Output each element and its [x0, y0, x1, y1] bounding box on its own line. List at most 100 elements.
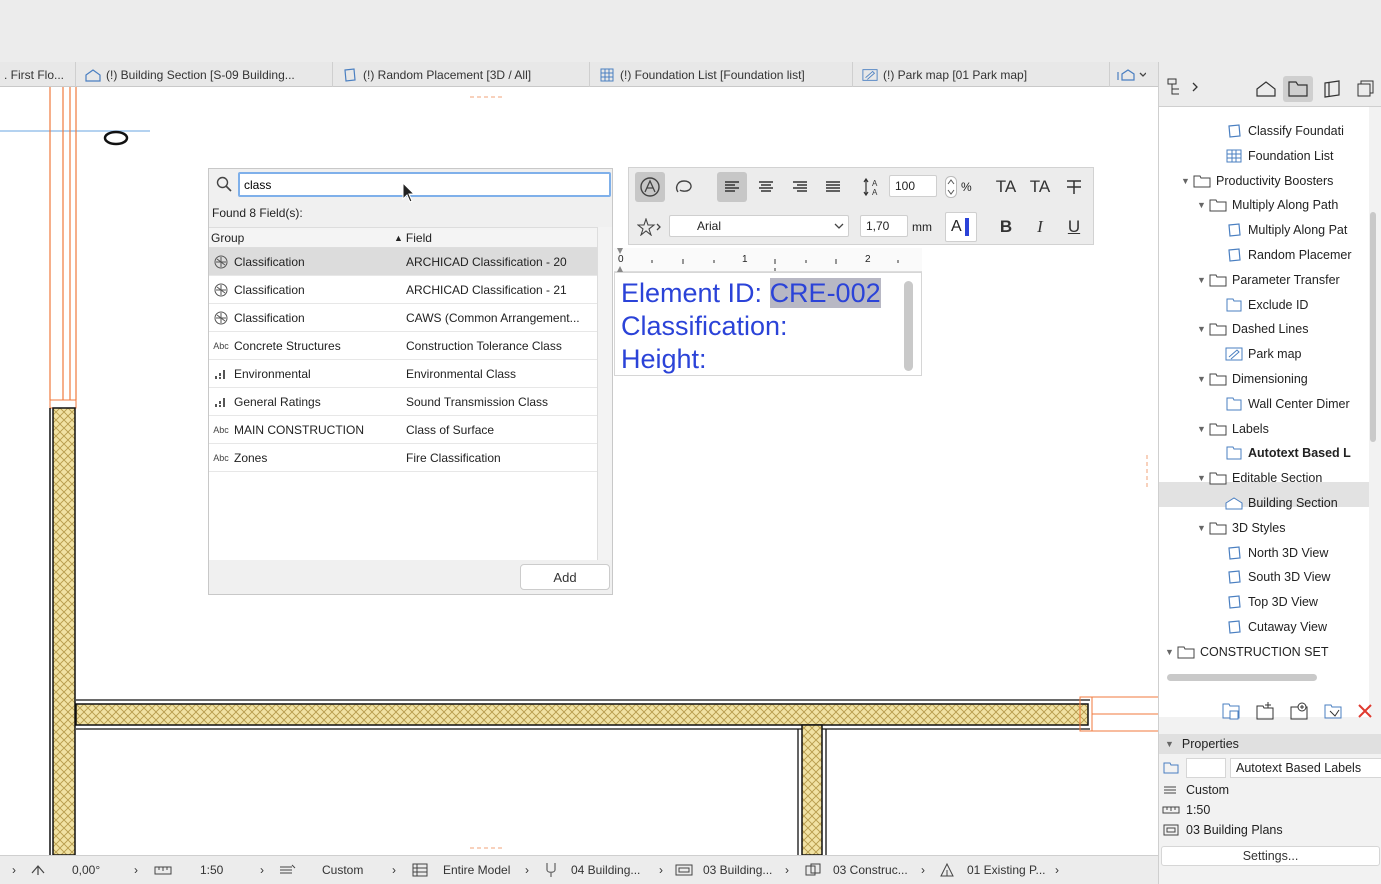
orientation-value[interactable]: 0,00°: [72, 856, 134, 884]
tree-item-dimensioning[interactable]: ▼ Dimensioning: [1197, 367, 1308, 391]
scale-chevron[interactable]: ›: [260, 856, 278, 884]
tree-item-north-3d-view[interactable]: North 3D View: [1213, 541, 1328, 565]
field-list-row[interactable]: Abc Zones Fire Classification: [209, 444, 597, 472]
element-id-autotext[interactable]: CRE-002: [769, 278, 881, 308]
justify-button[interactable]: [818, 172, 848, 202]
field-list-row[interactable]: Environmental Environmental Class: [209, 360, 597, 388]
tree-item-south-3d-view[interactable]: South 3D View: [1213, 565, 1330, 589]
project-map-tab[interactable]: [1251, 76, 1281, 102]
existing-plan-chevron[interactable]: ›: [1055, 856, 1065, 884]
view-name-field[interactable]: Autotext Based Labels: [1230, 758, 1381, 778]
tree-horizontal-scrollbar[interactable]: [1167, 674, 1317, 681]
tree-item-construction-set[interactable]: ▼ CONSTRUCTION SET: [1165, 640, 1328, 664]
underline-button[interactable]: U: [1059, 212, 1089, 242]
tree-item-labels[interactable]: ▼ Labels: [1197, 417, 1269, 441]
field-list-row[interactable]: Abc Concrete Structures Construction Toler…: [209, 332, 597, 360]
renovation-value[interactable]: 04 Building...: [571, 856, 659, 884]
tree-item-wall-center-dimer[interactable]: Wall Center Dimer: [1213, 392, 1350, 416]
tree-item-park-map[interactable]: Park map: [1213, 342, 1302, 366]
view-map-tab[interactable]: [1283, 76, 1313, 102]
align-left-button[interactable]: [717, 172, 747, 202]
align-center-button[interactable]: [751, 172, 781, 202]
clone-folder-button[interactable]: [1219, 700, 1243, 722]
subscript-button[interactable]: TA: [1025, 172, 1055, 202]
delete-button[interactable]: [1353, 700, 1377, 722]
scale-value[interactable]: 1:50: [200, 856, 260, 884]
italic-button[interactable]: I: [1025, 212, 1055, 242]
field-list-scrollbar[interactable]: [597, 227, 612, 560]
layout-book-tab[interactable]: [1317, 76, 1347, 102]
settings-button[interactable]: Settings...: [1161, 846, 1380, 866]
tree-item-multiply-along-pat[interactable]: Multiply Along Pat: [1213, 218, 1347, 242]
tree-item-random-placemer[interactable]: Random Placemer: [1213, 243, 1352, 267]
tree-item-classify-foundati[interactable]: Classify Foundati: [1213, 119, 1344, 143]
autotext-button[interactable]: [635, 172, 665, 202]
properties-scale-row[interactable]: 1:50: [1159, 800, 1210, 820]
tree-item-cutaway-view[interactable]: Cutaway View: [1213, 615, 1327, 639]
pen-set-chevron[interactable]: ›: [392, 856, 412, 884]
disclosure-triangle-icon[interactable]: ▼: [1197, 424, 1209, 434]
status-arrow-button[interactable]: ›: [0, 856, 28, 884]
strikethrough-button[interactable]: [1059, 172, 1089, 202]
field-list-row[interactable]: Abc MAIN CONSTRUCTION Class of Surface: [209, 416, 597, 444]
tree-item-3d-styles[interactable]: ▼ 3D Styles: [1197, 516, 1286, 540]
disclosure-triangle-icon[interactable]: ▼: [1181, 176, 1193, 186]
disclosure-triangle-icon[interactable]: ▼: [1197, 275, 1209, 285]
tab-foundation-list[interactable]: (!) Foundation List [Foundation list]: [590, 62, 853, 87]
new-view-button[interactable]: [1287, 700, 1311, 722]
rotation-icon[interactable]: [28, 863, 48, 877]
disclosure-triangle-icon[interactable]: ▼: [1197, 473, 1209, 483]
tab-building-section[interactable]: (!) Building Section [S-09 Building...: [76, 62, 333, 87]
superscript-button[interactable]: TA: [991, 172, 1021, 202]
tab-random-placement[interactable]: (!) Random Placement [3D / All]: [333, 62, 590, 87]
layer-combo-chevron[interactable]: ›: [785, 856, 805, 884]
tree-item-dashed-lines[interactable]: ▼ Dashed Lines: [1197, 317, 1308, 341]
view-id-field[interactable]: [1186, 758, 1226, 778]
field-list-row[interactable]: Classification ARCHICAD Classification - …: [209, 248, 597, 276]
tree-item-editable-section[interactable]: ▼ Editable Section: [1197, 466, 1322, 490]
tab-first-floor[interactable]: . First Flo...: [0, 62, 76, 87]
font-size-field[interactable]: 1,70: [860, 215, 908, 237]
navigator-mode-button[interactable]: [1165, 74, 1205, 100]
layer-combo-value[interactable]: 03 Building...: [703, 856, 785, 884]
font-select[interactable]: Arial: [669, 215, 849, 237]
properties-pen-set-row[interactable]: Custom: [1159, 780, 1229, 800]
stepper-icon[interactable]: [945, 176, 957, 198]
tree-item-productivity-boosters[interactable]: ▼ Productivity Boosters: [1181, 169, 1333, 193]
tree-item-foundation-list[interactable]: Foundation List: [1213, 144, 1333, 168]
field-list-row[interactable]: Classification ARCHICAD Classification - …: [209, 276, 597, 304]
tree-item-exclude-id[interactable]: Exclude ID: [1213, 293, 1308, 317]
disclosure-triangle-icon[interactable]: ▼: [1197, 200, 1209, 210]
column-header-group[interactable]: Group: [209, 231, 394, 245]
column-header-field[interactable]: ▲ Field: [394, 231, 594, 245]
lasso-button[interactable]: [669, 172, 699, 202]
tab-park-map[interactable]: (!) Park map [01 Park map]: [853, 62, 1110, 87]
model-filter-chevron[interactable]: ›: [525, 856, 545, 884]
disclosure-triangle-icon[interactable]: ▼: [1197, 523, 1209, 533]
pen-set-value[interactable]: Custom: [322, 856, 392, 884]
structure-chevron[interactable]: ›: [921, 856, 939, 884]
field-search-input[interactable]: [238, 172, 611, 197]
tree-item-autotext-based-l[interactable]: Autotext Based L: [1213, 441, 1351, 465]
new-folder-button[interactable]: [1253, 700, 1277, 722]
properties-layer-row[interactable]: 03 Building Plans: [1159, 820, 1283, 840]
disclosure-triangle-icon[interactable]: ▼: [1165, 647, 1177, 657]
model-filter-value[interactable]: Entire Model: [443, 856, 525, 884]
tree-item-top-3d-view[interactable]: Top 3D View: [1213, 590, 1318, 614]
field-list-row[interactable]: General Ratings Sound Transmission Class: [209, 388, 597, 416]
structure-value[interactable]: 03 Construc...: [833, 856, 921, 884]
align-right-button[interactable]: [785, 172, 815, 202]
favorites-button[interactable]: [635, 212, 665, 242]
tree-vertical-scrollbar[interactable]: [1370, 212, 1376, 442]
bold-button[interactable]: B: [991, 212, 1021, 242]
view-settings-button[interactable]: [1321, 700, 1345, 722]
text-color-button[interactable]: A: [945, 212, 977, 242]
scale-field[interactable]: 100: [889, 175, 937, 197]
disclosure-triangle-icon[interactable]: ▼: [1197, 374, 1209, 384]
existing-plan-value[interactable]: 01 Existing P...: [967, 856, 1055, 884]
orientation-chevron[interactable]: ›: [134, 856, 154, 884]
properties-header[interactable]: ▼ Properties: [1159, 734, 1381, 754]
text-editor-scrollbar[interactable]: [904, 281, 913, 371]
tree-item-multiply-along-path[interactable]: ▼ Multiply Along Path: [1197, 193, 1338, 217]
text-ruler[interactable]: 0 1 2: [614, 248, 922, 272]
